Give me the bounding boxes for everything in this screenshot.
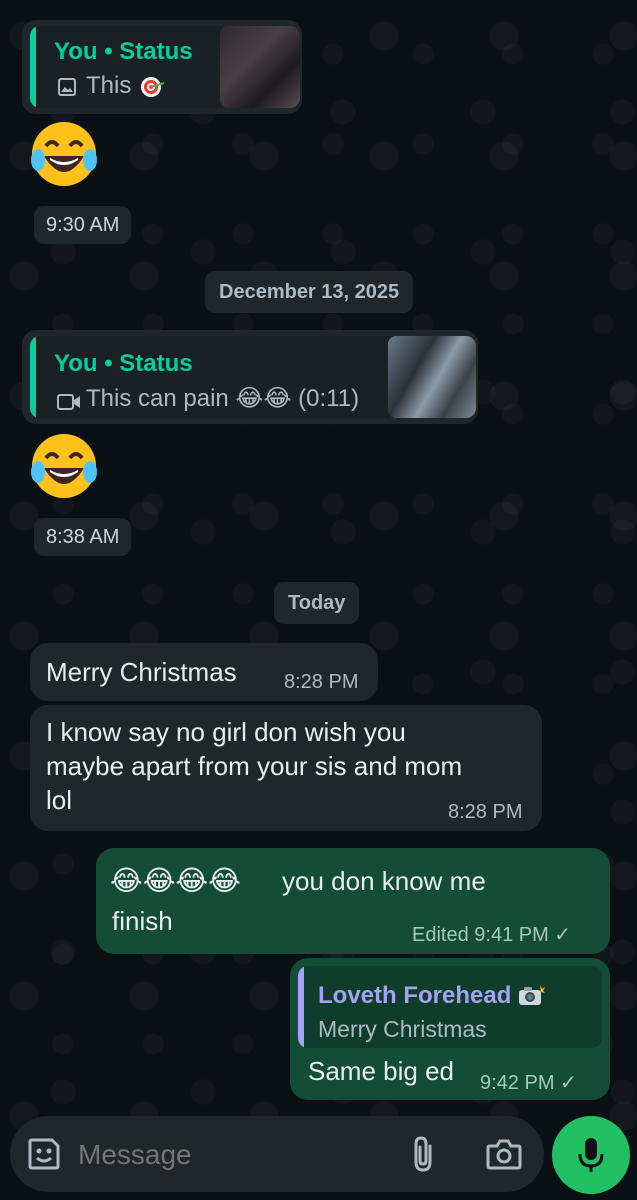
status-quote[interactable]: You • Status This <box>30 26 300 108</box>
message-text: Merry Christmas <box>46 657 237 687</box>
status-thumbnail[interactable] <box>388 336 476 418</box>
quote-bar <box>30 26 36 108</box>
message-time: 9:42 PM ✓ <box>480 1072 577 1094</box>
incoming-message[interactable]: I know say no girl don wish you maybe ap… <box>30 705 542 831</box>
quote-bar <box>298 966 304 1048</box>
message-composer[interactable] <box>10 1116 544 1192</box>
quote-subtitle: This can pain 😂😂 (0:11) <box>86 385 360 412</box>
status-quote-container[interactable]: You • Status This <box>22 20 302 114</box>
status-thumbnail[interactable] <box>220 26 300 108</box>
quote-title: Loveth Forehead <box>318 982 512 1009</box>
quote-subtitle: Merry Christmas <box>318 1016 487 1042</box>
message-status: Edited 9:41 PM ✓ <box>412 924 572 946</box>
emoji-run: 😂😂😂😂 <box>110 865 241 896</box>
video-camera-icon <box>57 393 81 416</box>
sticker-icon[interactable] <box>26 1136 62 1177</box>
date-divider: Today <box>274 582 360 624</box>
quote-title: You • Status <box>54 38 193 65</box>
quote-bar <box>30 336 36 418</box>
paperclip-icon[interactable] <box>408 1134 438 1179</box>
message-time: 8:38 AM <box>34 518 132 556</box>
outgoing-message[interactable]: 😂😂😂😂 you don know me finish Edited 9:41 … <box>96 848 610 954</box>
message-text-line: I know say no girl don wish you <box>46 717 406 747</box>
message-text-line: finish <box>112 906 173 936</box>
reply-quote[interactable]: Loveth Forehead Merry Christmas <box>298 966 602 1048</box>
status-quote[interactable]: You • Status This can pain 😂😂 (0:11) <box>30 336 476 418</box>
chat-area: You • Status This 9:30 AM December 13, 2… <box>0 0 637 1200</box>
microphone-icon <box>578 1136 604 1179</box>
camera-icon[interactable] <box>486 1138 522 1175</box>
laughing-emoji <box>28 430 100 502</box>
outgoing-reply-message[interactable]: Loveth Forehead Merry Christmas Same big… <box>290 958 610 1100</box>
laughing-emoji <box>28 118 100 190</box>
quote-subtitle: This <box>86 72 132 99</box>
message-time: 9:30 AM <box>34 206 132 244</box>
status-quote-container[interactable]: You • Status This can pain 😂😂 (0:11) <box>22 330 478 424</box>
message-time: 8:28 PM <box>448 801 523 823</box>
date-divider: December 13, 2025 <box>205 271 414 313</box>
target-icon <box>140 75 166 104</box>
incoming-message[interactable]: Merry Christmas 8:28 PM <box>30 643 378 701</box>
camera-flash-icon <box>518 984 546 1011</box>
message-text-line: lol <box>46 785 73 815</box>
message-text: Same big ed <box>308 1056 454 1086</box>
message-text-line: maybe apart from your sis and mom <box>46 751 463 781</box>
message-text-line: you don know me <box>282 866 486 896</box>
message-input[interactable] <box>76 1132 380 1178</box>
message-time: 8:28 PM <box>284 671 359 693</box>
microphone-button[interactable] <box>552 1116 630 1194</box>
image-icon <box>58 78 76 101</box>
quote-title: You • Status <box>54 350 193 377</box>
